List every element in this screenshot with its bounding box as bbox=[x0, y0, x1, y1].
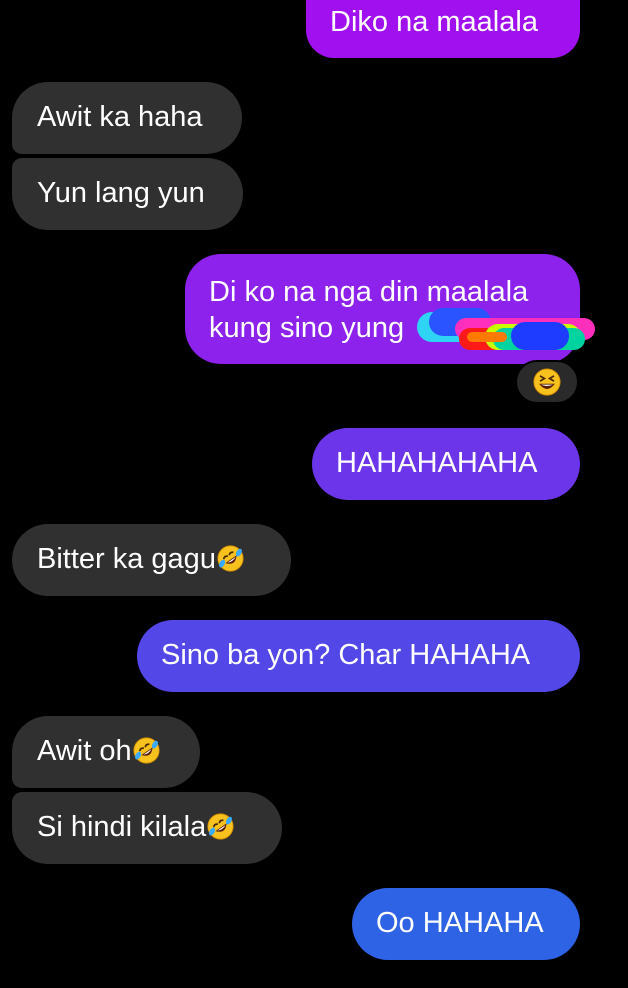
message-bubble-sent[interactable]: Diko na maalala bbox=[306, 0, 580, 58]
grinning-squinting-face-icon bbox=[533, 368, 561, 396]
message-text: Awit oh bbox=[37, 735, 132, 767]
message-bubble-sent[interactable]: Sino ba yon? Char HAHAHA bbox=[137, 620, 580, 692]
message-bubble-received[interactable]: Yun lang yun bbox=[12, 158, 243, 230]
rolling-on-floor-laughing-icon bbox=[217, 545, 244, 572]
message-text: Sino ba yon? Char HAHAHA bbox=[161, 639, 531, 671]
message-reaction[interactable] bbox=[515, 360, 579, 404]
message-bubble-received[interactable]: Awit oh bbox=[12, 716, 200, 788]
message-text: HAHAHAHAHA bbox=[336, 447, 538, 479]
message-bubble-sent[interactable]: HAHAHAHAHA bbox=[312, 428, 580, 500]
message-text: Bitter ka gagu bbox=[37, 543, 216, 575]
rolling-on-floor-laughing-icon bbox=[207, 813, 234, 840]
message-text: Yun lang yun bbox=[37, 177, 205, 209]
message-bubble-received[interactable]: Awit ka haha bbox=[12, 82, 242, 154]
message-text: Oo HAHAHA bbox=[376, 907, 544, 939]
message-text: Diko na maalala bbox=[330, 6, 538, 38]
redaction-scribble bbox=[417, 308, 595, 350]
message-bubble-sent[interactable]: Oo HAHAHA bbox=[352, 888, 580, 960]
message-text: Awit ka haha bbox=[37, 101, 203, 133]
rolling-on-floor-laughing-icon bbox=[133, 737, 160, 764]
message-text: Si hindi kilala bbox=[37, 811, 207, 843]
message-bubble-received[interactable]: Bitter ka gagu bbox=[12, 524, 291, 596]
message-bubble-received[interactable]: Si hindi kilala bbox=[12, 792, 282, 864]
